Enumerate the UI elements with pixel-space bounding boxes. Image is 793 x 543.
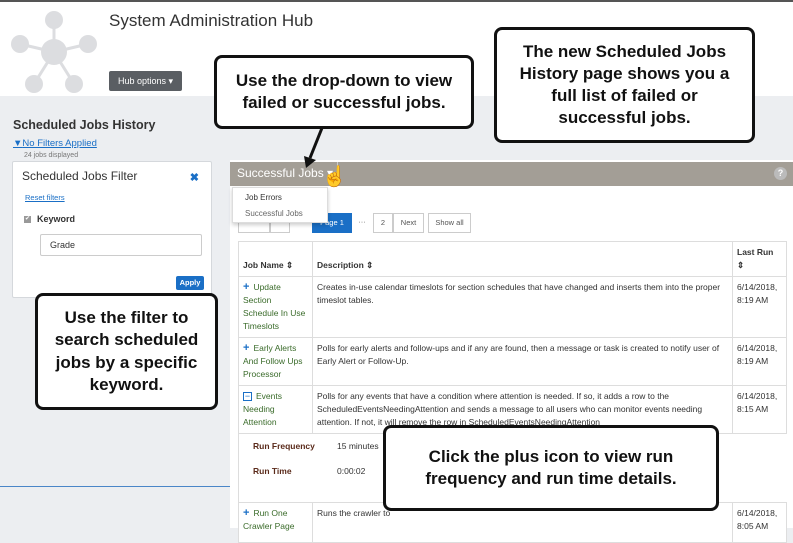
divider (0, 486, 232, 487)
hub-logo-icon (11, 11, 97, 93)
last-run-cell: 6/14/2018, 8:19 AM (732, 276, 787, 338)
show-all-button[interactable]: Show all (428, 213, 471, 233)
filters-link-label: No Filters Applied (22, 138, 97, 149)
table-row: + Update Section Schedule In Use Timeslot… (238, 276, 787, 338)
callout-plus-icon: Click the plus icon to view run frequenc… (383, 425, 719, 511)
run-time-value: 0:00:02 (337, 466, 366, 476)
column-job-name[interactable]: Job Name ⇕ (238, 241, 313, 277)
arrow-icon (304, 128, 324, 168)
view-selector-dropdown[interactable]: Successful Jobs ▾ (237, 166, 333, 180)
description-cell: Polls for early alerts and follow-ups an… (312, 337, 733, 386)
hub-options-button[interactable]: Hub options ▾ (109, 71, 182, 91)
callout-new-page: The new Scheduled Jobs History page show… (494, 27, 755, 143)
help-icon[interactable]: ? (774, 167, 787, 180)
plus-icon[interactable]: + (243, 507, 249, 519)
view-dropdown-menu: Job Errors Successful Jobs (232, 187, 328, 223)
run-frequency-label: Run Frequency (253, 441, 315, 451)
table-row: + Early Alerts And Follow Ups Processor P… (238, 337, 787, 386)
keyword-checkbox[interactable]: ✔ (24, 216, 31, 223)
job-name-cell: + Run One Crawler Page (238, 502, 313, 543)
next-button[interactable]: Next (393, 213, 424, 233)
menu-item-successful-jobs[interactable]: Successful Jobs (245, 209, 303, 218)
filter-panel: Scheduled Jobs Filter ✖ Reset filters ✔ … (12, 161, 212, 298)
last-run-cell: 6/14/2018, 8:05 AM (732, 502, 787, 543)
run-time-label: Run Time (253, 466, 292, 476)
last-run-cell: 6/14/2018, 8:19 AM (732, 337, 787, 386)
filter-title: Scheduled Jobs Filter (22, 169, 138, 183)
apply-button[interactable]: Apply (176, 276, 204, 290)
minus-icon[interactable]: − (243, 392, 252, 401)
page-title: Scheduled Jobs History (13, 118, 156, 132)
description-cell: Creates in-use calendar timeslots for se… (312, 276, 733, 338)
job-name: Update Section Schedule In Use Timeslots (243, 282, 306, 331)
column-last-run[interactable]: Last Run ⇕ (732, 241, 787, 277)
keyword-label: Keyword (37, 214, 76, 224)
view-selector-label: Successful Jobs (237, 166, 324, 180)
callout-filter: Use the filter to search scheduled jobs … (35, 293, 218, 410)
job-name-cell: − Events Needing Attention (238, 385, 313, 434)
job-name-cell: + Update Section Schedule In Use Timeslot… (238, 276, 313, 338)
job-name: Early Alerts And Follow Ups Processor (243, 343, 303, 379)
plus-icon[interactable]: + (243, 281, 249, 293)
keyword-input[interactable]: Grade (40, 234, 202, 256)
job-name-cell: + Early Alerts And Follow Ups Processor (238, 337, 313, 386)
run-frequency-value: 15 minutes (337, 441, 379, 451)
close-icon[interactable]: ✖ (190, 171, 199, 184)
reset-filters-link[interactable]: Reset filters (25, 193, 65, 202)
hand-cursor-icon: ☝ (322, 166, 347, 188)
filters-link[interactable]: ▼No Filters Applied (13, 138, 97, 149)
last-run-cell: 6/14/2018, 8:15 AM (732, 385, 787, 434)
callout-dropdown: Use the drop-down to view failed or succ… (214, 55, 474, 129)
hub-title: System Administration Hub (109, 11, 314, 30)
column-description[interactable]: Description ⇕ (312, 241, 733, 277)
menu-item-job-errors[interactable]: Job Errors (245, 193, 282, 202)
page-2-button[interactable]: 2 (373, 213, 393, 233)
table-header: Job Name ⇕ Description ⇕ Last Run ⇕ (238, 241, 787, 277)
pagination-ellipsis: ··· (358, 217, 366, 226)
plus-icon[interactable]: + (243, 342, 249, 354)
jobs-count: 24 jobs displayed (24, 152, 79, 159)
filter-icon: ▼ (13, 138, 23, 149)
